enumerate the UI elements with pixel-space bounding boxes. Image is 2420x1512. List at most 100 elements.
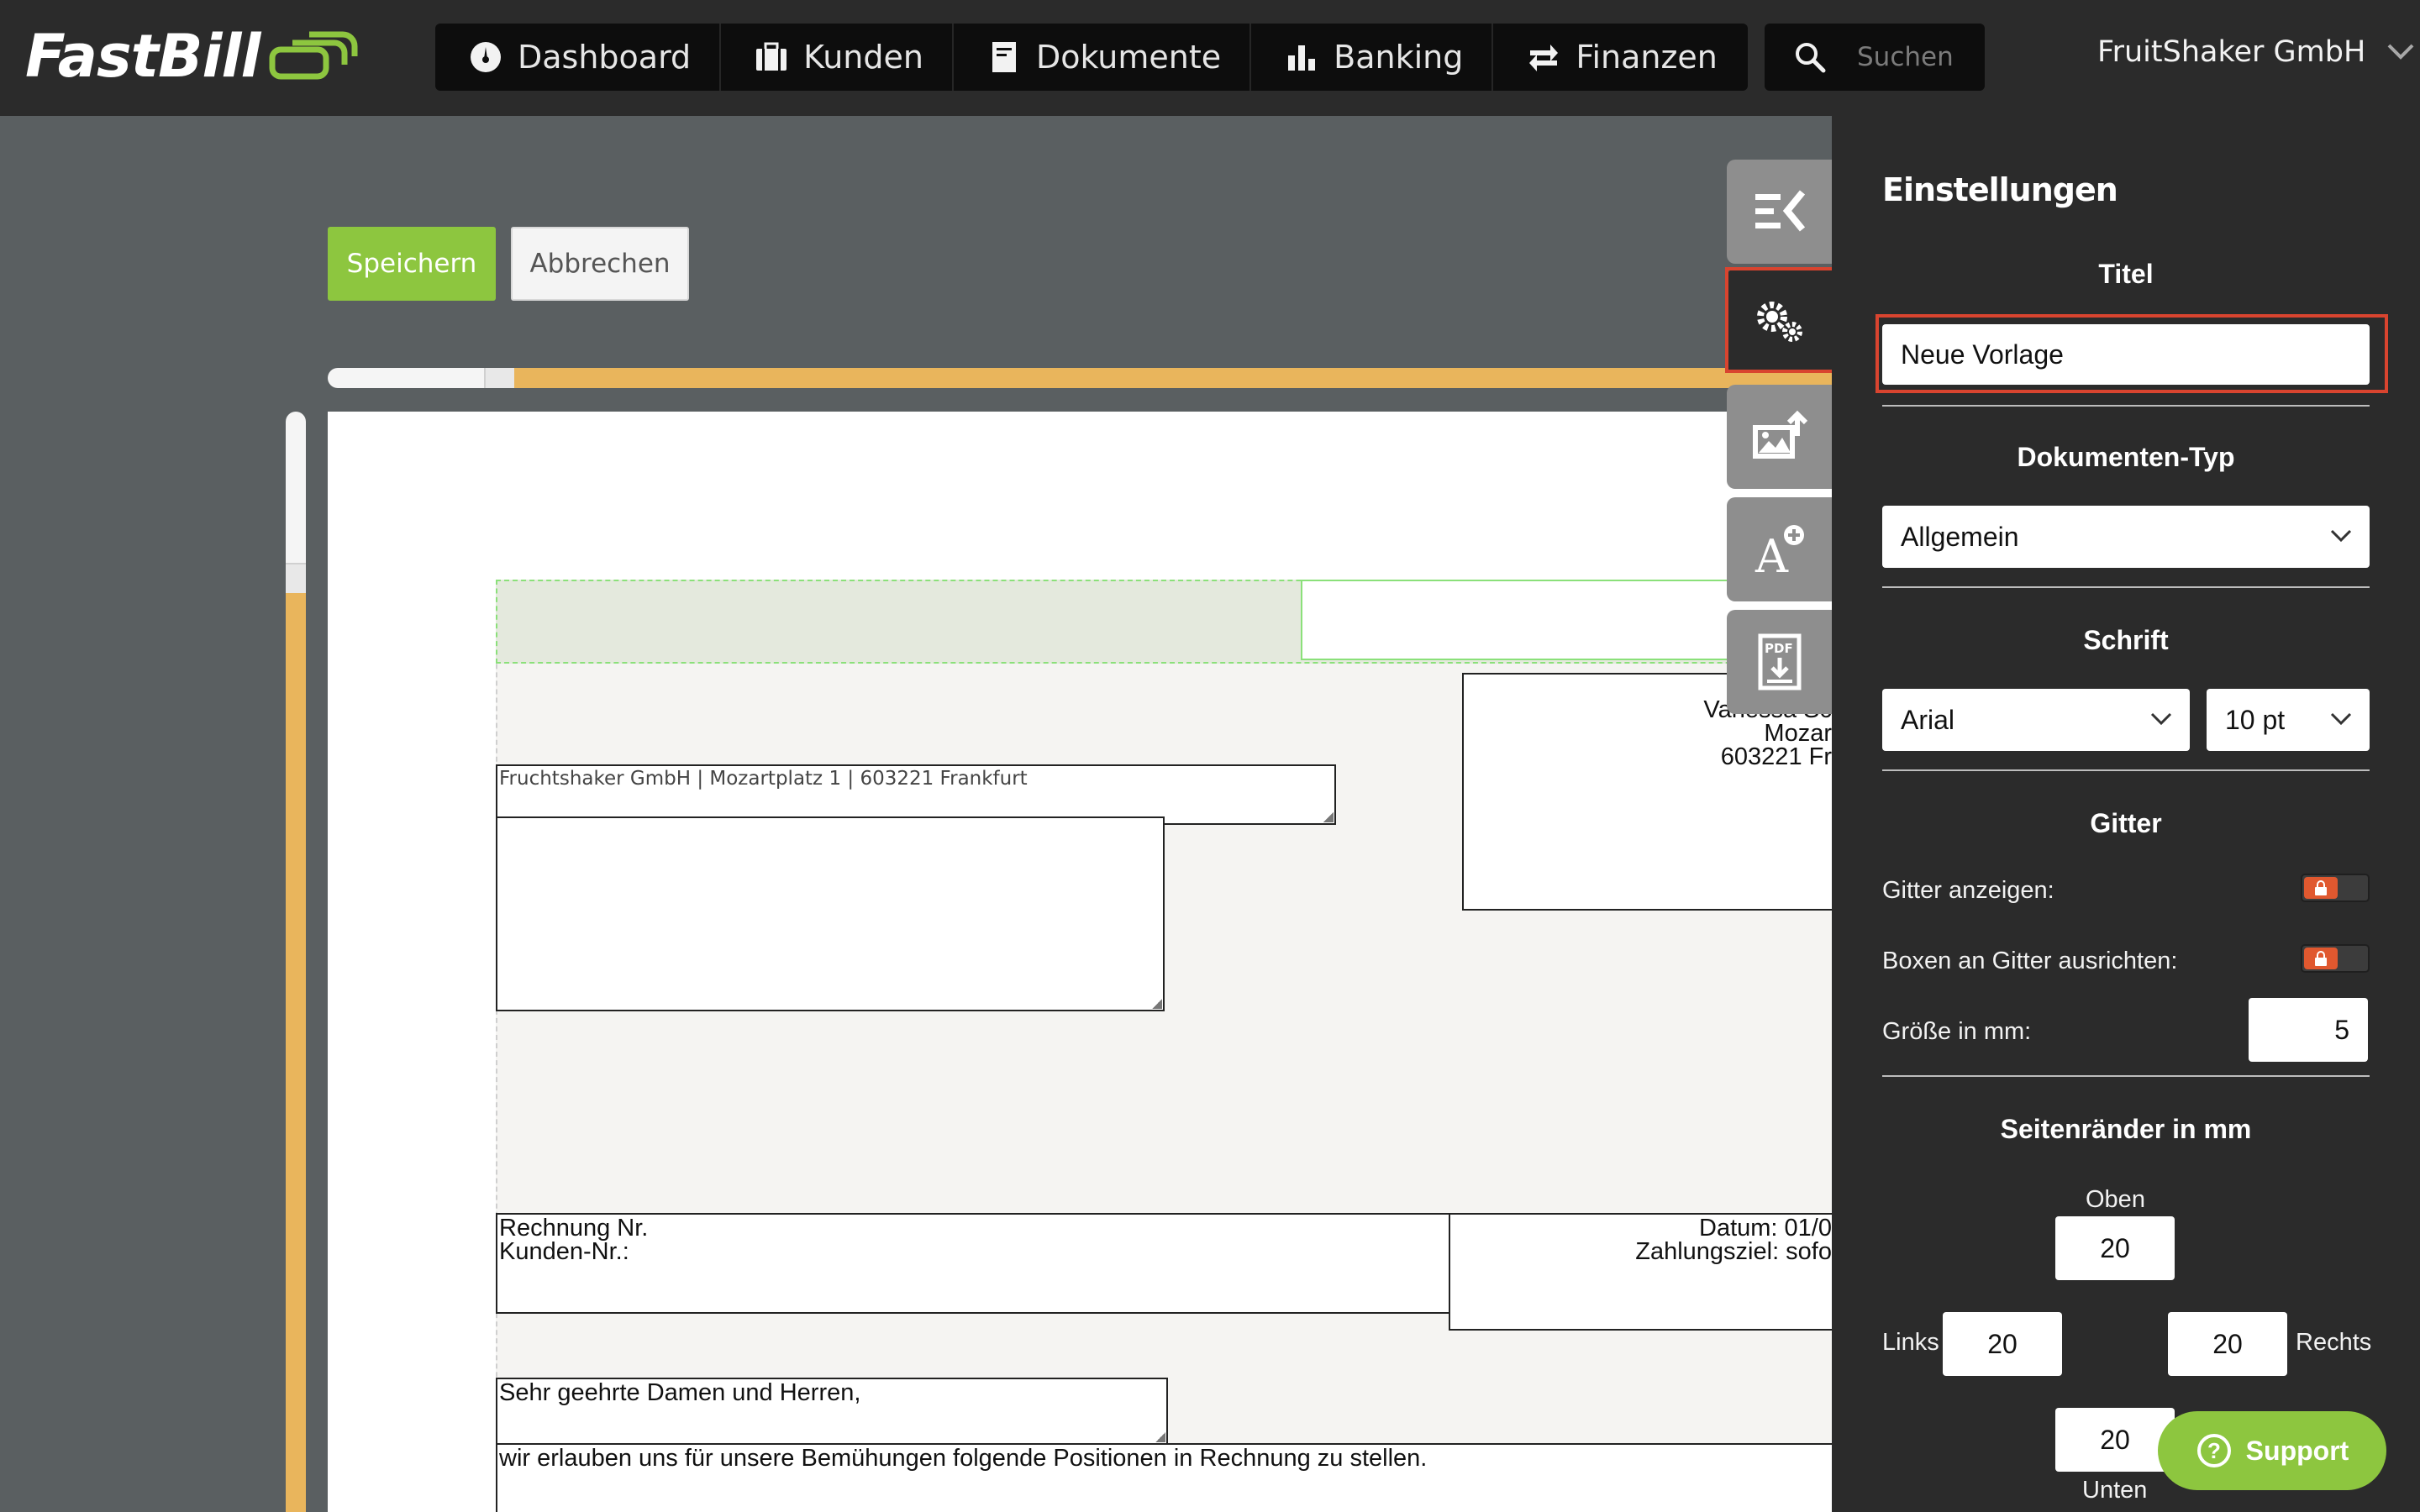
invoice-info: Rechnung Nr. Kunden-Nr.: [497, 1215, 1449, 1265]
lock-icon [2315, 880, 2327, 895]
resize-handle[interactable] [1155, 1432, 1165, 1442]
margin-left-label: Links [1882, 1329, 1939, 1356]
doctype-section-heading: Dokumenten-Typ [2017, 442, 2235, 472]
snap-grid-label: Boxen an Gitter ausrichten: [1882, 948, 2178, 974]
vertical-ruler[interactable] [286, 412, 306, 1512]
search-icon [1796, 43, 1826, 73]
template-title-input[interactable] [1882, 324, 2370, 385]
doctype-value: Allgemein [1901, 521, 2019, 552]
toggle-knob [2304, 948, 2338, 969]
customer-number-label: Kunden-Nr.: [499, 1238, 629, 1265]
grid-section-heading: Gitter [2090, 808, 2162, 838]
font-section-heading: Schrift [2083, 625, 2169, 655]
pdf-download-button[interactable]: PDF [1727, 610, 1832, 714]
account-menu[interactable]: FruitShaker GmbH [2097, 35, 2416, 69]
sender-address-line: Mozar [1764, 720, 1832, 747]
ruler-content-range [514, 368, 1832, 388]
recipient-address-box[interactable] [496, 816, 1165, 1011]
nav-kunden-label: Kunden [803, 39, 923, 76]
chevron-down-icon [2387, 44, 2414, 60]
snap-grid-toggle[interactable] [2301, 944, 2370, 973]
fastbill-logo[interactable]: FastBill [25, 18, 360, 94]
nav-dashboard[interactable]: Dashboard [435, 24, 722, 91]
collapse-panel-button[interactable] [1727, 160, 1832, 264]
add-text-icon: A [1754, 525, 1804, 579]
bar-chart-icon [1288, 45, 1316, 71]
ruler-margin-handle[interactable] [286, 563, 306, 593]
nav-dokumente[interactable]: Dokumente [954, 24, 1252, 91]
margins-section-heading: Seitenränder in mm [2000, 1114, 2252, 1144]
grid-size-input[interactable]: 5 [2249, 998, 2368, 1062]
settings-tool-button[interactable] [1727, 269, 1832, 373]
margin-right-input[interactable]: 20 [2168, 1312, 2287, 1376]
nav-dokumente-label: Dokumente [1035, 39, 1222, 76]
intro-text-box[interactable]: wir erlauben uns für unsere Bemühungen f… [496, 1443, 1832, 1512]
doctype-select[interactable]: Allgemein [1882, 506, 2370, 568]
support-label: Support [2245, 1435, 2349, 1466]
nav-finanzen-label: Finanzen [1576, 39, 1718, 76]
pdf-download-icon: PDF [1758, 633, 1801, 690]
margin-bottom-label: Unten [2082, 1477, 2148, 1504]
support-button[interactable]: ? Support [2158, 1411, 2386, 1490]
panel-title: Einstellungen [1882, 171, 2118, 208]
svg-text:A: A [1754, 530, 1789, 579]
settings-gears-icon [1756, 302, 1802, 342]
invoice-number-label: Rechnung Nr. [499, 1215, 649, 1242]
nav-finanzen[interactable]: Finanzen [1493, 24, 1746, 91]
nav-banking-label: Banking [1334, 39, 1464, 76]
nav-kunden[interactable]: Kunden [721, 24, 954, 91]
save-button[interactable]: Speichern [328, 227, 496, 301]
collapse-panel-icon [1754, 190, 1805, 232]
font-size-select[interactable]: 10 pt [2207, 689, 2370, 751]
horizontal-ruler[interactable] [328, 368, 1832, 388]
resize-handle[interactable] [1152, 999, 1162, 1009]
nav-banking[interactable]: Banking [1251, 24, 1494, 91]
resize-handle[interactable] [1323, 812, 1334, 822]
date-info-box[interactable]: Datum: 01/0 Zahlungsziel: sofo [1449, 1213, 1832, 1331]
transfer-arrows-icon [1529, 45, 1559, 71]
svg-text:PDF: PDF [1765, 641, 1793, 656]
chevron-down-icon [2330, 529, 2352, 543]
date-info: Datum: 01/0 Zahlungsziel: sofo [1635, 1215, 1832, 1264]
margin-top-input[interactable]: 20 [2055, 1216, 2175, 1280]
ruler-content-range [286, 593, 306, 1512]
ruler-margin-handle[interactable] [484, 368, 514, 388]
help-icon: ? [2196, 1434, 2231, 1467]
main-navigation: Dashboard Kunden Dokumente Banking Finan… [435, 24, 1748, 91]
show-grid-label: Gitter anzeigen: [1882, 877, 2054, 904]
search-box [1765, 24, 1985, 91]
divider [1882, 1075, 2370, 1077]
margin-right-label: Rechts [2296, 1329, 2372, 1356]
chevron-down-icon [2150, 712, 2172, 726]
divider [1882, 769, 2370, 771]
settings-panel: Einstellungen Titel Dokumenten-Typ Allge… [1832, 116, 2420, 1512]
add-text-button[interactable]: A [1727, 497, 1832, 601]
logo-mark-icon [269, 31, 357, 80]
chevron-down-icon [2330, 712, 2352, 726]
nav-dashboard-label: Dashboard [518, 39, 692, 76]
margin-bottom-input[interactable]: 20 [2055, 1408, 2175, 1472]
margin-left-input[interactable]: 20 [1943, 1312, 2062, 1376]
logo-text: FastBill [25, 22, 260, 91]
search-input[interactable] [1857, 42, 1983, 72]
company-name: FruitShaker GmbH [2097, 35, 2366, 69]
svg-text:?: ? [2207, 1438, 2221, 1463]
font-size-value: 10 pt [2225, 704, 2286, 735]
top-bar: FastBill Dashboard Kunden Dokumente Bank… [0, 0, 2420, 116]
divider [1882, 586, 2370, 588]
greeting-box[interactable]: Sehr geehrte Damen und Herren, [496, 1378, 1168, 1445]
image-upload-button[interactable] [1727, 385, 1832, 489]
invoice-info-box[interactable]: Rechnung Nr. Kunden-Nr.: [496, 1213, 1450, 1314]
font-family-select[interactable]: Arial [1882, 689, 2190, 751]
show-grid-toggle[interactable] [2301, 874, 2370, 902]
grid-size-label: Größe in mm: [1882, 1018, 2032, 1045]
margin-top-label: Oben [2086, 1186, 2145, 1213]
cancel-button[interactable]: Abbrechen [511, 227, 689, 301]
date-label: Datum: 01/0 [1699, 1215, 1832, 1242]
greeting-text: Sehr geehrte Damen und Herren, [499, 1379, 861, 1406]
toggle-knob [2304, 877, 2338, 899]
briefcase-icon [756, 42, 787, 71]
sender-address-line: 603221 Fr [1720, 743, 1832, 770]
intro-text: wir erlauben uns für unsere Bemühungen f… [499, 1445, 1428, 1472]
title-section-heading: Titel [2098, 259, 2154, 289]
